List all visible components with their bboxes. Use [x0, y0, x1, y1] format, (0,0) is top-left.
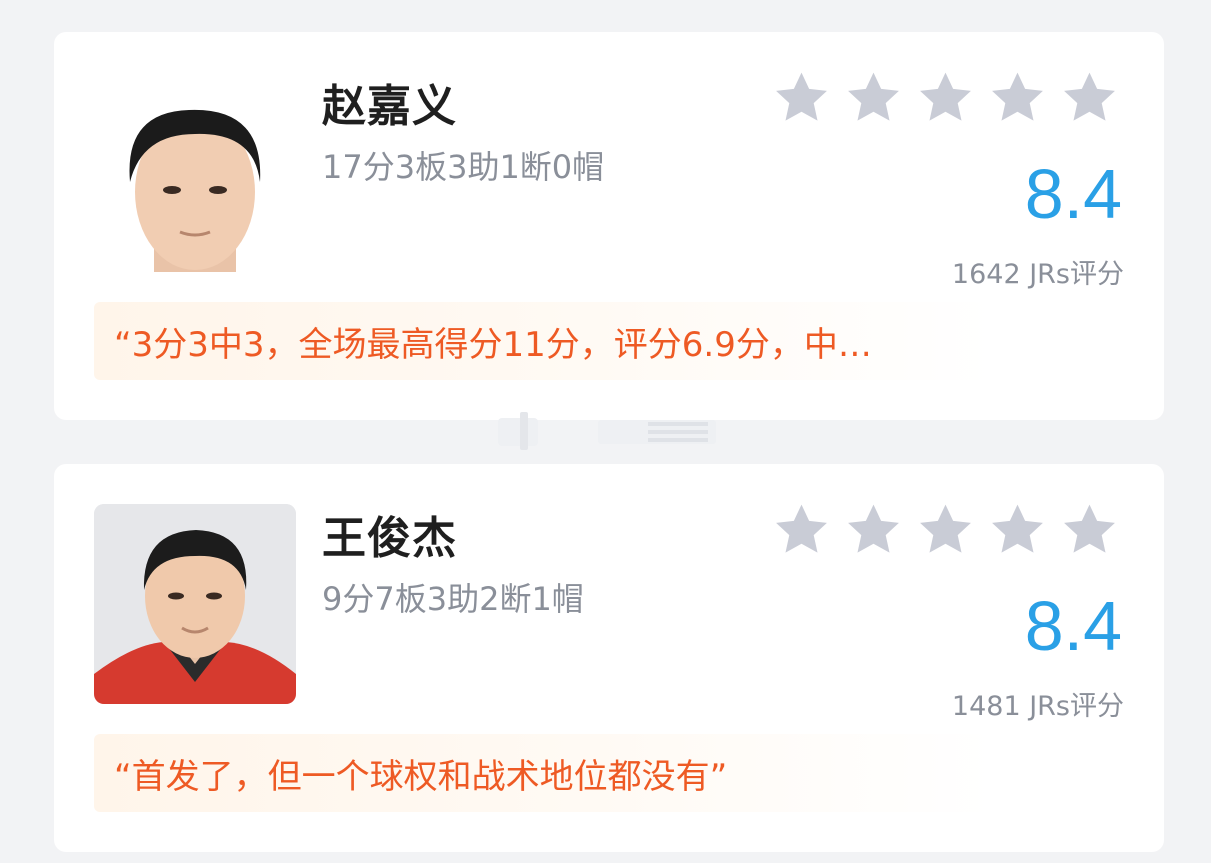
rating-stars[interactable]	[771, 68, 1120, 129]
avatar-photo	[94, 504, 296, 704]
star-icon[interactable]	[771, 500, 832, 561]
star-icon[interactable]	[771, 68, 832, 129]
player-stats: 9分7板3助2断1帽	[322, 580, 584, 618]
rating-count: 1481 JRs评分	[951, 691, 1124, 722]
divider-graphic	[498, 412, 716, 450]
star-icon[interactable]	[1059, 68, 1120, 129]
player-avatar[interactable]	[94, 504, 296, 704]
star-icon[interactable]	[843, 68, 904, 129]
star-icon[interactable]	[915, 68, 976, 129]
rating-stars[interactable]	[771, 500, 1120, 561]
player-avatar[interactable]	[94, 72, 296, 272]
star-icon[interactable]	[843, 500, 904, 561]
average-score: 8.4	[1024, 587, 1122, 665]
star-icon[interactable]	[915, 500, 976, 561]
player-name: 赵嘉义	[322, 81, 457, 132]
player-name: 王俊杰	[322, 513, 457, 564]
player-stats: 17分3板3助1断0帽	[322, 148, 605, 186]
player-rating-card[interactable]: 赵嘉义 17分3板3助1断0帽 8.4 1642 JRs评分 “3分3中3，全场…	[54, 32, 1164, 420]
star-icon[interactable]	[987, 500, 1048, 561]
star-icon[interactable]	[987, 68, 1048, 129]
top-comment[interactable]: “首发了，但一个球权和战术地位都没有”	[94, 734, 994, 812]
top-comment[interactable]: “3分3中3，全场最高得分11分，评分6.9分，中…	[94, 302, 994, 380]
average-score: 8.4	[1024, 155, 1122, 233]
star-icon[interactable]	[1059, 500, 1120, 561]
player-rating-card[interactable]: 王俊杰 9分7板3助2断1帽 8.4 1481 JRs评分 “首发了，但一个球权…	[54, 464, 1164, 852]
avatar-photo	[94, 72, 296, 272]
rating-count: 1642 JRs评分	[951, 259, 1124, 290]
